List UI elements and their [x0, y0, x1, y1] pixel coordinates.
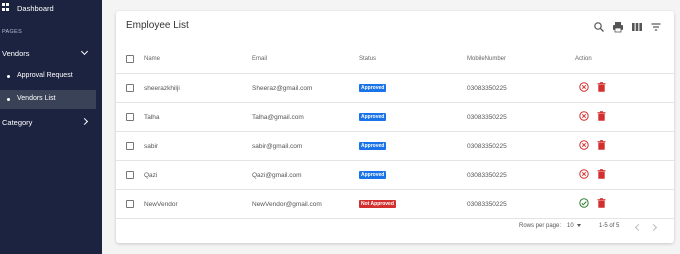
next-page-icon[interactable] — [649, 223, 658, 232]
sidebar-item-approval-request[interactable]: Approval Request — [0, 67, 96, 86]
row-checkbox[interactable] — [126, 142, 134, 150]
column-header-name[interactable]: Name — [144, 44, 160, 73]
sidebar-section-label: PAGES — [2, 29, 23, 35]
table-row: sabir sabir@gmail.com Approved 03083350225 — [116, 132, 674, 161]
column-header-status[interactable]: Status — [359, 44, 376, 73]
cell-mobile: 03083350225 — [467, 171, 507, 179]
approve-check-icon[interactable] — [579, 198, 589, 210]
rows-per-page-select[interactable]: 10 — [567, 223, 581, 229]
status-badge: Approved — [359, 113, 387, 121]
table-header: Name Email Status MobileNumber Action — [116, 44, 674, 74]
status-badge: Approved — [359, 142, 387, 150]
cell-name: Qazi — [144, 171, 158, 179]
table-toolbar — [593, 20, 662, 33]
cell-email: sabir@gmail.com — [252, 142, 303, 150]
sidebar-item-label: Vendors — [2, 48, 30, 58]
column-header-action: Action — [575, 55, 592, 62]
table-row: Qazi Qazi@gmail.com Approved 03083350225 — [116, 161, 674, 190]
columns-icon[interactable] — [631, 20, 643, 32]
delete-icon[interactable] — [597, 198, 606, 210]
sidebar-item-label: Approval Request — [17, 72, 73, 79]
table-row: Talha Talha@gmail.com Approved 03083350225 — [116, 103, 674, 132]
rows-per-page-value: 10 — [567, 223, 574, 229]
previous-page-icon[interactable] — [634, 223, 643, 232]
sidebar-item-dashboard[interactable]: Dashboard — [0, 0, 102, 20]
page-title: Employee List — [126, 20, 189, 31]
cell-mobile: 03083350225 — [467, 113, 507, 121]
filter-icon[interactable] — [650, 20, 662, 32]
bullet-icon — [7, 75, 10, 78]
cell-name: NewVendor — [144, 200, 178, 208]
sidebar-item-vendors[interactable]: Vendors — [0, 44, 102, 62]
cell-email: Talha@gmail.com — [252, 113, 304, 121]
cell-mobile: 03083350225 — [467, 142, 507, 150]
delete-icon[interactable] — [597, 140, 606, 152]
cell-email: Qazi@gmail.com — [252, 171, 302, 179]
status-badge: Approved — [359, 171, 387, 179]
delete-icon[interactable] — [597, 111, 606, 123]
cell-name: Talha — [144, 113, 160, 121]
delete-icon[interactable] — [597, 169, 606, 181]
cell-email: Sheeraz@gmail.com — [252, 84, 313, 92]
row-checkbox[interactable] — [126, 113, 134, 121]
sidebar-item-vendors-list[interactable]: Vendors List — [0, 90, 96, 109]
sidebar-item-label: Category — [2, 117, 33, 127]
row-checkbox[interactable] — [126, 84, 134, 92]
reject-icon[interactable] — [579, 140, 589, 152]
cell-email: NewVendor@gmail.com — [252, 200, 322, 208]
sidebar-item-label: Vendors List — [17, 95, 56, 102]
status-badge: Not Approved — [359, 200, 396, 208]
cell-mobile: 03083350225 — [467, 84, 507, 92]
reject-icon[interactable] — [579, 111, 589, 123]
sidebar-item-label: Dashboard — [17, 4, 54, 13]
sidebar-item-category[interactable]: Category — [0, 113, 102, 131]
dashboard-icon — [2, 3, 10, 11]
column-header-mobile[interactable]: MobileNumber — [467, 44, 506, 73]
page-range: 1-5 of 5 — [599, 223, 620, 229]
column-header-email[interactable]: Email — [252, 44, 267, 73]
row-checkbox[interactable] — [126, 200, 134, 208]
search-icon[interactable] — [593, 20, 605, 32]
rows-per-page-label: Rows per page: — [519, 223, 562, 229]
select-all-checkbox[interactable] — [126, 54, 134, 63]
sidebar: Dashboard PAGES Vendors Approval Request… — [0, 0, 102, 254]
cell-name: sabir — [144, 142, 159, 150]
status-badge: Approved — [359, 84, 387, 92]
employee-list-card: Employee List Name Email Status MobileNu… — [116, 11, 674, 243]
row-checkbox[interactable] — [126, 171, 134, 179]
cell-name: sheerazkhilji — [144, 84, 180, 92]
caret-down-icon — [576, 223, 581, 227]
delete-icon[interactable] — [597, 82, 606, 94]
table-row: sheerazkhilji Sheeraz@gmail.com Approved 03… — [116, 74, 674, 103]
reject-icon[interactable] — [579, 169, 589, 181]
cell-mobile: 03083350225 — [467, 200, 507, 208]
chevron-right-icon — [80, 117, 89, 126]
table-pagination: Rows per page: 10 1-5 of 5 — [116, 219, 674, 237]
print-icon[interactable] — [612, 20, 624, 33]
table-row: NewVendor NewVendor@gmail.com Not Approved… — [116, 190, 674, 219]
chevron-down-icon — [80, 47, 89, 56]
reject-icon[interactable] — [579, 82, 589, 94]
bullet-icon — [7, 98, 10, 101]
